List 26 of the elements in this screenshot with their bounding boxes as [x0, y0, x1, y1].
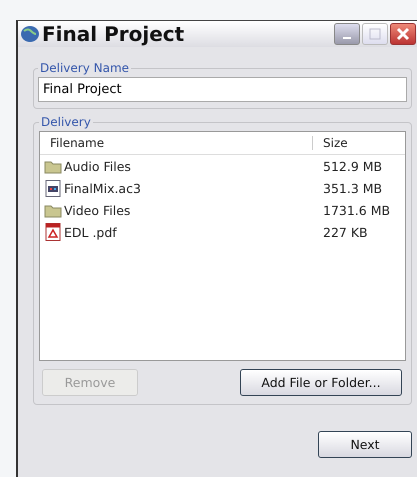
pdf-file-icon — [44, 223, 62, 241]
file-name[interactable]: FinalMix.ac3 — [64, 180, 141, 196]
window-title: Final Project — [42, 22, 186, 46]
file-size: 227 KB — [322, 224, 369, 240]
next-button[interactable]: Next — [318, 431, 412, 458]
group-label: Delivery — [40, 115, 92, 129]
delivery-name-field[interactable]: Final Project — [38, 77, 407, 102]
folder-icon — [44, 158, 62, 174]
group-label: Delivery Name — [39, 61, 130, 75]
add-button[interactable]: Add File or Folder... — [240, 369, 402, 396]
file-size: 512.9 MB — [322, 158, 384, 174]
file-icon — [44, 180, 62, 196]
globe-icon — [20, 25, 40, 43]
file-name[interactable]: Video Files — [64, 202, 130, 218]
column-header[interactable]: Size — [313, 136, 405, 150]
minimize-icon — [343, 37, 351, 39]
maximize-icon — [369, 28, 381, 40]
folder-icon — [44, 202, 62, 218]
close-icon — [396, 27, 410, 41]
file-size: 1731.6 MB — [322, 202, 392, 218]
file-name[interactable]: EDL .pdf — [64, 224, 117, 240]
minimize-button[interactable] — [334, 23, 360, 45]
close-button[interactable] — [390, 23, 416, 45]
file-name[interactable]: Audio Files — [64, 158, 131, 174]
column-header[interactable]: Filename — [40, 136, 313, 150]
file-size: 351.3 MB — [322, 180, 384, 196]
